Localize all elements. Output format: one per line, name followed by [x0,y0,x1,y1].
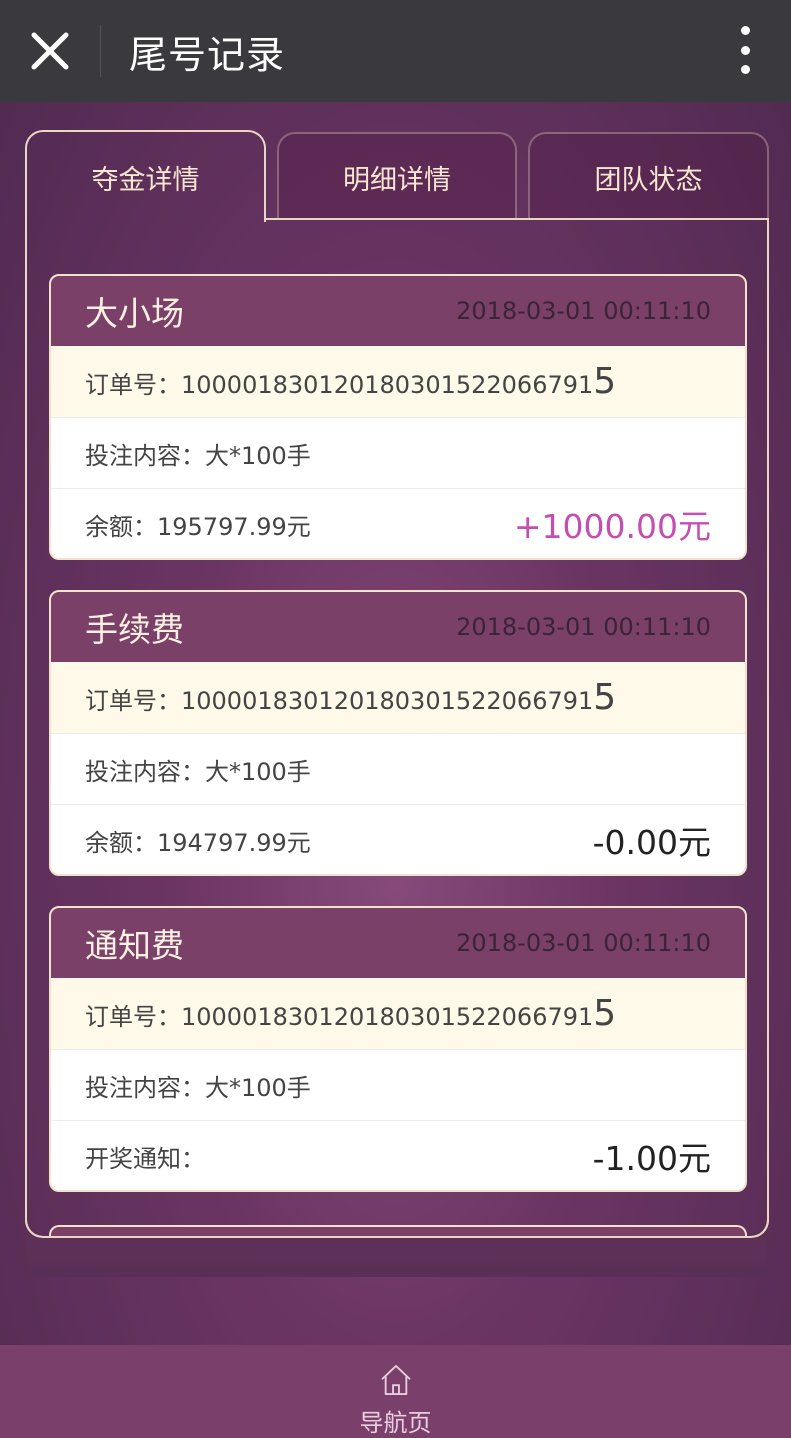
card-timestamp: 2018-03-01 00:11:10 [456,929,711,957]
record-card: 手续费 2018-03-01 00:11:10 订单号：100001830120… [49,590,747,876]
card-timestamp: 2018-03-01 00:11:10 [456,613,711,641]
balance: 余额：194797.99元 [85,828,311,857]
bet-content-row: 投注内容：大*100手 [51,733,745,804]
tab-line-details[interactable]: 明细详情 [277,132,517,220]
record-card: 大小场 2018-03-01 00:11:10 订单号：100001830120… [49,274,747,560]
order-row: 订单号：1000018301201803015220667915 [51,346,745,417]
order-number: 订单号：1000018301201803015220667915 [85,361,617,402]
close-button[interactable] [0,0,100,102]
balance-row: 余额：195797.99元 +1000.00元 [51,488,745,558]
card-header: 手续费 2018-03-01 00:11:10 [51,592,745,662]
close-icon [31,32,69,70]
amount-change: -0.00元 [592,823,711,862]
notify-label: 开奖通知： [85,1144,205,1173]
page-title: 尾号记录 [129,32,286,77]
balance: 余额：195797.99元 [85,512,311,541]
card-title: 通知费 [85,926,184,965]
more-menu-button[interactable] [735,26,755,74]
record-card: 通知费 2018-03-01 00:11:10 订单号：100001830120… [49,906,747,1192]
card-header: 大小场 2018-03-01 00:11:10 [51,276,745,346]
bet-content-row: 投注内容：大*100手 [51,1049,745,1120]
tab-label: 夺金详情 [91,164,200,196]
panel-bottom-edge [25,1200,769,1238]
bet-content: 投注内容：大*100手 [85,757,311,786]
card-title: 手续费 [85,610,184,649]
card-timestamp: 2018-03-01 00:11:10 [456,297,711,325]
card-title: 大小场 [85,294,184,333]
amount-change: +1000.00元 [513,507,711,546]
more-vertical-icon [740,26,750,35]
order-number: 订单号：1000018301201803015220667915 [85,993,617,1034]
top-bar: 尾号记录 [0,0,791,102]
nav-home-label[interactable]: 导航页 [360,1403,432,1438]
home-icon[interactable] [373,1363,419,1397]
amount-change: -1.00元 [592,1139,711,1178]
bet-content: 投注内容：大*100手 [85,441,311,470]
tab-team-status[interactable]: 团队状态 [528,132,769,220]
tab-label: 团队状态 [594,164,703,196]
header-divider [100,25,101,77]
order-row: 订单号：1000018301201803015220667915 [51,978,745,1049]
panel-bottom-cover [27,1237,767,1277]
balance-row: 余额：194797.99元 -0.00元 [51,804,745,874]
bet-content-row: 投注内容：大*100手 [51,417,745,488]
tab-label: 明细详情 [343,164,451,196]
order-number: 订单号：1000018301201803015220667915 [85,677,617,718]
order-row: 订单号：1000018301201803015220667915 [51,662,745,733]
tab-gold-details[interactable]: 夺金详情 [25,130,266,222]
card-header: 通知费 2018-03-01 00:11:10 [51,908,745,978]
bet-content: 投注内容：大*100手 [85,1073,311,1102]
notify-row: 开奖通知： -1.00元 [51,1120,745,1190]
bottom-nav: 导航页 [0,1345,791,1438]
